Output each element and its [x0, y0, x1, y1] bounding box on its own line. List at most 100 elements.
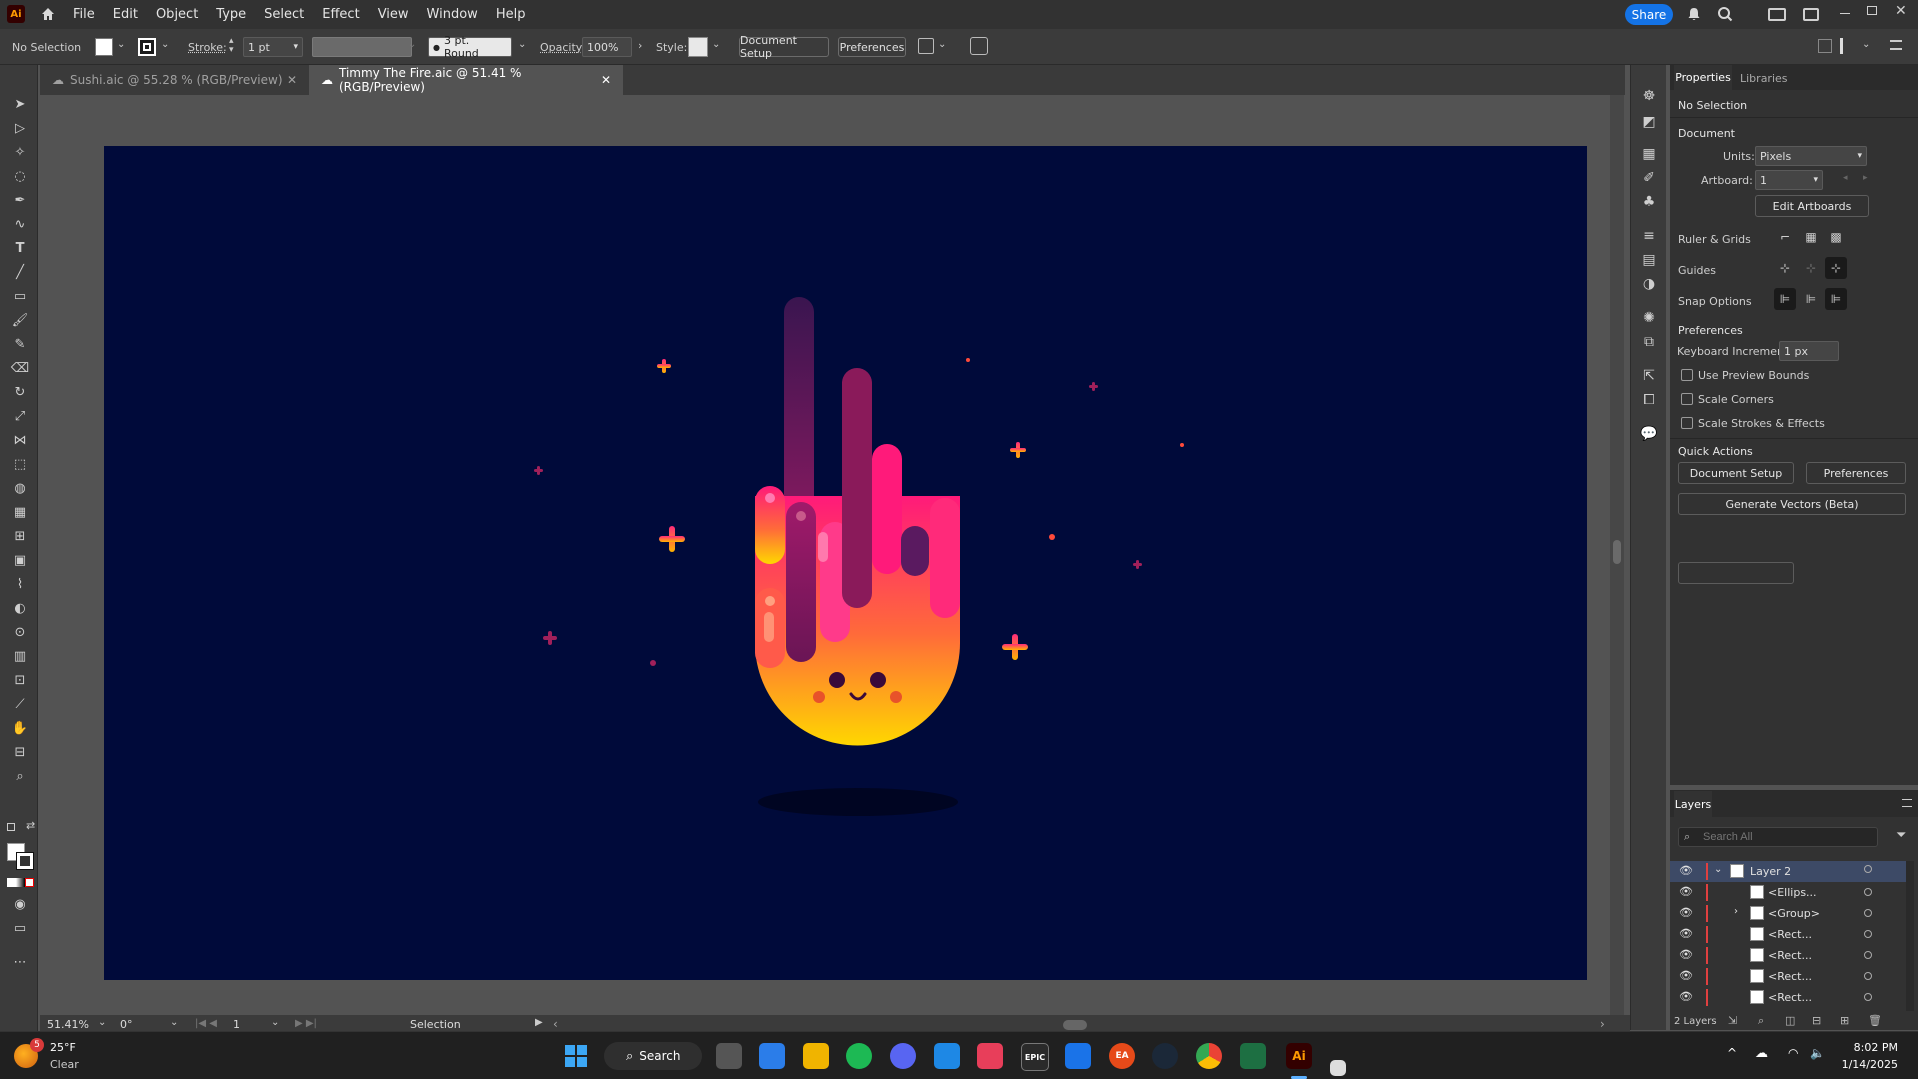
layer-row[interactable]: 👁 <Rect...: [1670, 945, 1906, 966]
column-graph-tool-icon[interactable]: ▥: [10, 647, 30, 665]
screen-mode-icon[interactable]: ▭: [10, 919, 30, 937]
new-layer-icon[interactable]: ⊞: [1840, 1014, 1849, 1027]
menu-edit[interactable]: Edit: [104, 7, 147, 22]
menu-select[interactable]: Select: [255, 7, 313, 22]
lock-guides-icon[interactable]: ⊹: [1800, 257, 1822, 279]
epic-games-icon[interactable]: EPIC: [1021, 1043, 1049, 1071]
document-setup-button[interactable]: Document Setup: [739, 34, 829, 60]
menu-effect[interactable]: Effect: [313, 7, 368, 22]
vertical-scroll-thumb[interactable]: [1613, 540, 1621, 564]
horizontal-scroll-thumb[interactable]: [1063, 1020, 1087, 1030]
microsoft-store-icon[interactable]: [759, 1043, 785, 1069]
discord-icon[interactable]: [890, 1043, 916, 1069]
chevron-right-icon[interactable]: ›: [1734, 906, 1738, 917]
target-icon[interactable]: [1864, 972, 1872, 980]
more-tools-icon[interactable]: ⋯: [10, 953, 30, 971]
eraser-tool-icon[interactable]: ⌫: [10, 359, 30, 377]
eyedropper-tool-icon[interactable]: ⌇: [10, 575, 30, 593]
artboard-number[interactable]: 1: [233, 1018, 240, 1031]
shape-builder-tool-icon[interactable]: ◍: [10, 479, 30, 497]
layer-row[interactable]: 👁 <Ellips...: [1670, 882, 1906, 903]
home-icon[interactable]: [40, 6, 56, 22]
transparency-grid-icon[interactable]: ▩: [1825, 226, 1847, 248]
onedrive-icon[interactable]: ☁: [1755, 1046, 1768, 1061]
fill-dropdown-chevron-icon[interactable]: ⌄: [117, 39, 125, 50]
filter-icon[interactable]: ⏷: [1896, 828, 1906, 843]
line-tool-icon[interactable]: ╱: [10, 263, 30, 281]
comments-icon[interactable]: 💬: [1640, 425, 1658, 443]
task-view-icon[interactable]: [716, 1043, 742, 1069]
transparency-icon[interactable]: ◑: [1640, 275, 1658, 293]
clock-time[interactable]: 8:02 PM: [1836, 1041, 1898, 1054]
scale-corners-checkbox[interactable]: [1681, 393, 1693, 405]
windows-start-icon[interactable]: [565, 1045, 587, 1067]
default-colors-icon[interactable]: [7, 823, 15, 831]
symbol-sprayer-tool-icon[interactable]: ⊙: [10, 623, 30, 641]
menu-file[interactable]: File: [64, 7, 104, 22]
snap-to-point-icon[interactable]: ⊫: [1774, 288, 1796, 310]
steam-icon[interactable]: [1152, 1043, 1178, 1069]
slice-tool-icon[interactable]: ⟋: [10, 695, 30, 713]
layer-name[interactable]: <Ellips...: [1768, 886, 1817, 899]
brush-definition[interactable]: ● 3 pt. Round: [428, 34, 512, 60]
zoom-dropdown-chevron-icon[interactable]: ⌄: [98, 1017, 106, 1028]
fill-swatch[interactable]: [95, 38, 113, 56]
quick-preferences-button[interactable]: Preferences: [1806, 462, 1906, 484]
paintbrush-tool-icon[interactable]: 🖌: [10, 311, 30, 329]
mesh-tool-icon[interactable]: ⊞: [10, 527, 30, 545]
blend-tool-icon[interactable]: ◐: [10, 599, 30, 617]
workspace-switcher-icon[interactable]: [1768, 8, 1786, 21]
layer-row[interactable]: 👁 ⌄ Layer 2: [1670, 861, 1906, 882]
new-sublayer-icon[interactable]: ⊟: [1812, 1014, 1821, 1027]
search-icon[interactable]: [1717, 6, 1733, 22]
illustrator-icon[interactable]: Ai: [1286, 1043, 1312, 1069]
volume-icon[interactable]: 🔈: [1810, 1046, 1825, 1060]
magic-wand-tool-icon[interactable]: ✧: [10, 143, 30, 161]
target-icon[interactable]: [1864, 865, 1872, 873]
bell-icon[interactable]: [1686, 6, 1702, 22]
scroll-right-icon[interactable]: ›: [1600, 1017, 1605, 1031]
color-mode-icon[interactable]: [7, 878, 16, 887]
vertical-scrollbar[interactable]: [1610, 95, 1624, 1015]
rotate-tool-icon[interactable]: ↻: [10, 383, 30, 401]
locate-object-icon[interactable]: ⌕: [1758, 1014, 1764, 1028]
quick-document-setup-button[interactable]: Document Setup: [1678, 462, 1794, 484]
graphic-styles-icon[interactable]: ⧉: [1640, 333, 1658, 351]
direct-selection-tool-icon[interactable]: ▷: [10, 119, 30, 137]
layer-name[interactable]: <Group>: [1768, 907, 1820, 920]
make-clipping-mask-icon[interactable]: ◫: [1785, 1014, 1795, 1027]
eye-icon[interactable]: 👁: [1679, 990, 1693, 1003]
menu-window[interactable]: Window: [418, 7, 487, 22]
symbols-icon[interactable]: ♣: [1640, 193, 1658, 211]
target-icon[interactable]: [1864, 951, 1872, 959]
color-theme-icon[interactable]: ☸: [1640, 87, 1658, 105]
scale-tool-icon[interactable]: ⤢: [10, 407, 30, 425]
none-mode-icon[interactable]: [25, 878, 34, 887]
stroke-color-swatch[interactable]: [17, 853, 33, 869]
color-guide-icon[interactable]: ◩: [1640, 113, 1658, 131]
selection-tool-icon[interactable]: ➤: [10, 95, 30, 113]
gradient-tool-icon[interactable]: ▣: [10, 551, 30, 569]
chevron-down-icon[interactable]: ⌄: [1714, 864, 1722, 875]
prev-artboard-icon[interactable]: ◂: [1843, 173, 1848, 183]
gradient-icon[interactable]: ▤: [1640, 251, 1658, 269]
next-artboard-icon[interactable]: ▸: [1863, 173, 1868, 183]
zoom-tool-icon[interactable]: ⌕: [10, 767, 30, 785]
style-swatch[interactable]: [688, 37, 708, 57]
chrome-icon[interactable]: [1196, 1043, 1222, 1069]
eye-icon[interactable]: 👁: [1679, 885, 1693, 898]
show-hidden-icons-chevron-icon[interactable]: ^: [1727, 1046, 1737, 1060]
scroll-left-icon[interactable]: ‹: [553, 1017, 558, 1031]
use-preview-bounds-checkbox[interactable]: [1681, 369, 1693, 381]
taskbar-search-box[interactable]: ⌕ Search: [604, 1042, 702, 1070]
close-icon[interactable]: ✕: [1895, 3, 1907, 19]
panel-toggle-icon[interactable]: [1818, 39, 1832, 53]
curvature-tool-icon[interactable]: ∿: [10, 215, 30, 233]
opacity-chevron-right-icon[interactable]: ›: [638, 39, 642, 52]
stroke-stepper-icon[interactable]: ▴ ▾: [229, 37, 234, 55]
opacity-input[interactable]: 100%: [582, 37, 632, 57]
align-dropdown-chevron-icon[interactable]: ⌄: [1862, 39, 1870, 50]
stroke-icon[interactable]: ≡: [1640, 227, 1658, 245]
artboard-select[interactable]: 1 ▾: [1755, 170, 1823, 190]
close-tab-icon[interactable]: ✕: [287, 73, 297, 87]
